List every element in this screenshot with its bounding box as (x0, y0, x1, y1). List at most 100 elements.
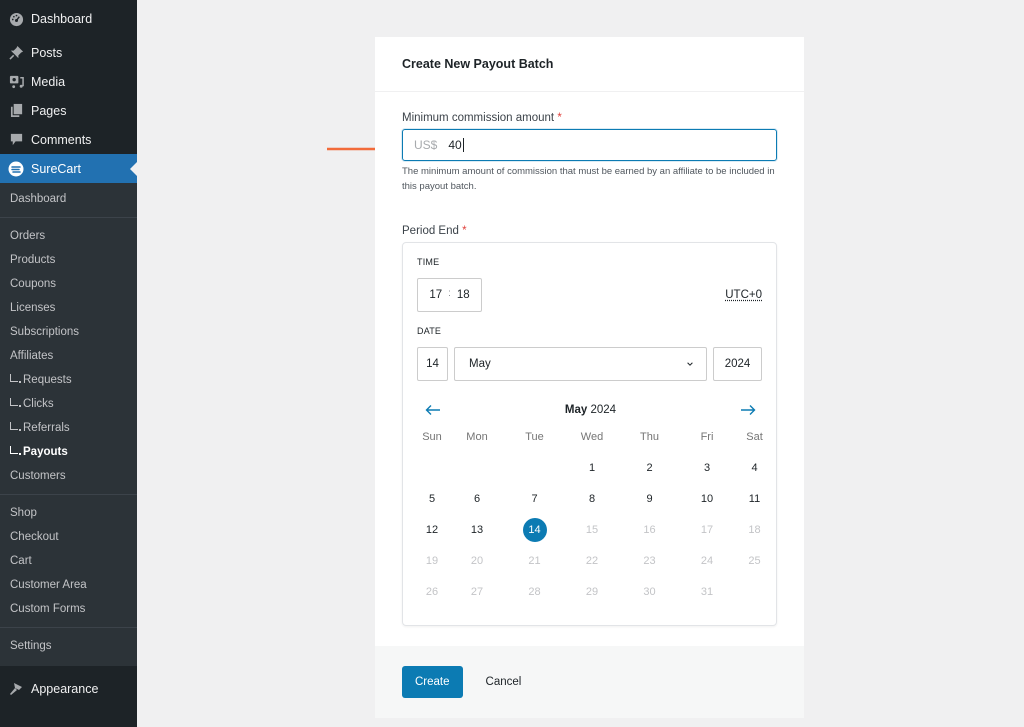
weekday-header: Fri (700, 431, 714, 443)
submenu-settings[interactable]: Settings (0, 634, 137, 658)
calendar-blank (417, 452, 447, 483)
menu-pages[interactable]: Pages (0, 96, 137, 125)
calendar-day[interactable]: 7 (507, 483, 562, 514)
weekday-header: Thu (640, 431, 659, 443)
submenu-cart[interactable]: Cart (0, 549, 137, 573)
submenu-label: Affiliates (10, 350, 54, 362)
submenu-dashboard[interactable]: Dashboard (0, 187, 137, 211)
calendar-day[interactable]: 6 (447, 483, 507, 514)
submenu-shop[interactable]: Shop (0, 501, 137, 525)
calendar-day[interactable]: 3 (677, 452, 737, 483)
admin-sidebar: Dashboard Posts Media Pages Comments Sur… (0, 0, 137, 727)
calendar-day[interactable]: 11 (737, 483, 772, 514)
dashboard-icon (8, 11, 24, 27)
menu-surecart[interactable]: SureCart (0, 154, 137, 183)
submenu-label: Shop (10, 507, 37, 519)
submenu-label: Products (10, 254, 56, 266)
arrow-right-icon (740, 405, 756, 415)
menu-label: Posts (31, 45, 63, 60)
calendar-blank (507, 452, 562, 483)
chevron-down-icon (687, 362, 693, 366)
time-input[interactable]: 17 : 18 (417, 278, 482, 312)
submenu-label: Coupons (10, 278, 57, 290)
elbow-icon (10, 374, 21, 383)
day-input[interactable]: 14 (417, 347, 448, 381)
calendar-day: 29 (585, 585, 599, 598)
calendar-day[interactable]: 1 (562, 452, 622, 483)
card-footer: Create Cancel (375, 646, 804, 718)
previous-month-button[interactable] (425, 403, 441, 417)
submenu-label: Orders (10, 230, 46, 242)
calendar-year: 2024 (590, 404, 617, 416)
month-select[interactable]: May (454, 347, 707, 381)
submenu-label: Payouts (23, 446, 68, 458)
submenu-label: Customer Area (10, 579, 87, 591)
calendar-day[interactable]: 12 (417, 514, 447, 545)
cancel-button[interactable]: Cancel (486, 676, 522, 688)
menu-label: SureCart (31, 161, 82, 176)
submenu-licenses[interactable]: Licenses (0, 296, 137, 320)
elbow-icon (10, 446, 21, 455)
calendar-day[interactable]: 9 (622, 483, 677, 514)
surecart-icon (8, 161, 24, 177)
submenu-payouts[interactable]: Payouts (0, 440, 137, 464)
submenu-orders[interactable]: Orders (0, 224, 137, 248)
create-button[interactable]: Create (402, 666, 463, 698)
submenu-label: Referrals (23, 422, 70, 434)
calendar-day: 31 (700, 585, 714, 598)
submenu-coupons[interactable]: Coupons (0, 272, 137, 296)
date-label: DATE (417, 326, 442, 336)
submenu-customer-area[interactable]: Customer Area (0, 573, 137, 597)
menu-comments[interactable]: Comments (0, 125, 137, 154)
submenu-label: Subscriptions (10, 326, 80, 338)
calendar-day: 17 (700, 523, 714, 536)
menu-appearance[interactable]: Appearance (0, 666, 137, 712)
datetime-picker: TIME 17 : 18 UTC+0 DATE 14 May 2024 May … (402, 242, 777, 626)
calendar-day-selected[interactable]: 14 (507, 514, 562, 545)
min-commission-input[interactable]: US$ 40 (402, 129, 777, 161)
year-input[interactable]: 2024 (713, 347, 762, 381)
calendar-grid: Sun Mon Tue Wed Thu Fri Sat 1 2 3 4 5 6 7 8 9 10 11 12 13 14… (417, 431, 763, 607)
calendar-day: 20 (470, 554, 484, 567)
calendar-day[interactable]: 10 (677, 483, 737, 514)
calendar-blank (447, 452, 507, 483)
divider (0, 494, 137, 495)
day-value: 14 (426, 358, 439, 370)
next-month-button[interactable] (740, 403, 756, 417)
submenu-affiliates[interactable]: Affiliates (0, 344, 137, 368)
minute-field[interactable]: 18 (457, 289, 470, 301)
hour-field[interactable]: 17 (429, 289, 442, 301)
submenu-referrals[interactable]: Referrals (0, 416, 137, 440)
label-text: Minimum commission amount (402, 112, 555, 124)
weekday-header: Wed (580, 431, 604, 443)
calendar-month: May (564, 404, 588, 416)
calendar-day: 19 (425, 554, 439, 567)
submenu-custom-forms[interactable]: Custom Forms (0, 597, 137, 621)
pages-icon (8, 103, 24, 119)
menu-media[interactable]: Media (0, 67, 137, 96)
submenu-subscriptions[interactable]: Subscriptions (0, 320, 137, 344)
menu-posts[interactable]: Posts (0, 38, 137, 67)
calendar-day: 21 (528, 554, 541, 567)
submenu-clicks[interactable]: Clicks (0, 392, 137, 416)
elbow-icon (10, 398, 21, 407)
calendar-day[interactable]: 13 (447, 514, 507, 545)
submenu-requests[interactable]: Requests (0, 368, 137, 392)
divider (0, 627, 137, 628)
submenu-customers[interactable]: Customers (0, 464, 137, 488)
submenu-checkout[interactable]: Checkout (0, 525, 137, 549)
year-value: 2024 (724, 358, 751, 370)
calendar-day[interactable]: 8 (562, 483, 622, 514)
calendar-day[interactable]: 5 (417, 483, 447, 514)
submenu-label: Requests (23, 374, 72, 386)
calendar-day[interactable]: 4 (737, 452, 772, 483)
period-end-label: Period End * (402, 225, 777, 237)
currency-prefix: US$ (414, 138, 438, 152)
submenu-products[interactable]: Products (0, 248, 137, 272)
required-mark: * (462, 225, 467, 237)
elbow-icon (10, 422, 21, 431)
calendar-day[interactable]: 2 (622, 452, 677, 483)
menu-dashboard[interactable]: Dashboard (0, 0, 137, 38)
calendar-day: 24 (700, 554, 714, 567)
comment-icon (8, 132, 24, 148)
